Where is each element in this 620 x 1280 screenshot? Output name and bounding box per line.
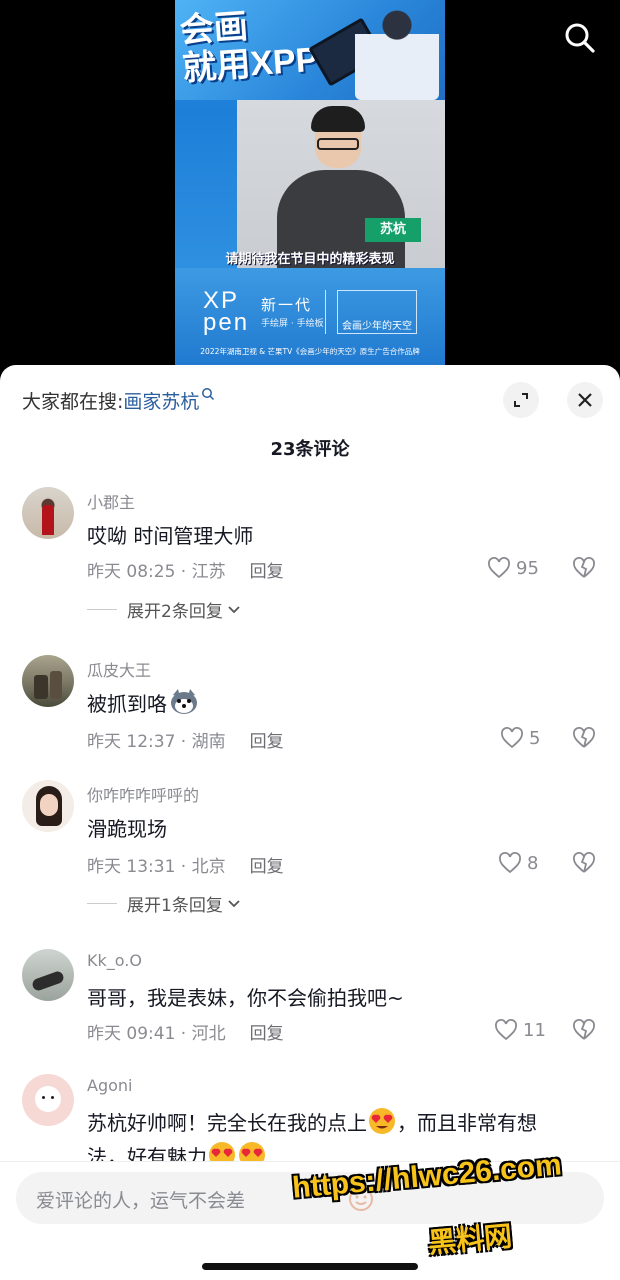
video-frame: 会画 就用XPPen 苏杭 请期待我在节目中的精彩表现 XP pen 新一代 手… bbox=[175, 0, 445, 370]
anime-character-graphic bbox=[355, 4, 439, 100]
comment-username[interactable]: Agoni bbox=[87, 1076, 132, 1095]
like-count: 95 bbox=[516, 557, 539, 579]
comment-text: 滑跪现场 bbox=[87, 817, 167, 841]
like-button[interactable]: 8 bbox=[498, 852, 538, 874]
comment-time-location: 昨天 12:37 · 湖南 bbox=[87, 732, 226, 752]
watermark-site-name: 黑料网 bbox=[426, 1219, 514, 1260]
dislike-button[interactable] bbox=[572, 727, 596, 753]
comment-time-location: 昨天 08:25 · 江苏 bbox=[87, 562, 226, 582]
brand-strip: XP pen 新一代 手绘屏 · 手绘板 会画少年的天空 2022年湖南卫视 &… bbox=[175, 268, 445, 370]
broken-heart-icon bbox=[573, 727, 595, 748]
broken-heart-icon bbox=[573, 852, 595, 873]
search-small-icon bbox=[202, 388, 215, 401]
reply-button[interactable]: 回复 bbox=[250, 732, 284, 752]
comment-username[interactable]: 你咋咋咋呼呼的 bbox=[87, 782, 199, 806]
like-button[interactable]: 11 bbox=[494, 1019, 546, 1041]
xppen-logo: XP pen bbox=[203, 287, 250, 336]
heart-eyes-emoji-icon bbox=[369, 1108, 395, 1134]
comments-sheet: 大家都在搜:画家苏杭 23条评论 小郡主 哎呦 时间管理大师 昨天 08:25 … bbox=[0, 365, 620, 1280]
reply-button[interactable]: 回复 bbox=[250, 562, 284, 582]
video-player[interactable]: 会画 就用XPPen 苏杭 请期待我在节目中的精彩表现 XP pen 新一代 手… bbox=[0, 0, 620, 372]
like-count: 8 bbox=[527, 852, 539, 874]
comment-count-title: 23条评论 bbox=[270, 439, 350, 460]
comment-meta: 昨天 12:37 · 湖南 回复 bbox=[87, 727, 284, 752]
comment-username[interactable]: 瓜皮大王 bbox=[87, 657, 151, 681]
speaker-photo bbox=[237, 100, 445, 270]
comment-text: 哎呦 时间管理大师 bbox=[87, 524, 254, 548]
search-icon[interactable] bbox=[560, 18, 600, 58]
expand-replies-label: 展开1条回复 bbox=[127, 896, 223, 916]
brand-product-line: 手绘屏 · 手绘板 bbox=[261, 319, 324, 329]
like-count: 11 bbox=[523, 1019, 546, 1041]
husky-emoji-icon bbox=[171, 689, 197, 714]
dislike-button[interactable] bbox=[572, 852, 596, 878]
expand-replies-label: 展开2条回复 bbox=[127, 602, 223, 622]
avatar[interactable] bbox=[22, 655, 74, 707]
comment-meta: 昨天 13:31 · 北京 回复 bbox=[87, 852, 284, 877]
like-button[interactable]: 5 bbox=[500, 727, 540, 749]
comment-text: 哥哥，我是表妹，你不会偷拍我吧~ bbox=[87, 986, 404, 1010]
avatar[interactable] bbox=[22, 949, 74, 1001]
like-count: 5 bbox=[529, 727, 541, 749]
brand-slogan: 新一代 bbox=[261, 296, 313, 314]
comment-username[interactable]: 小郡主 bbox=[87, 489, 135, 513]
broken-heart-icon bbox=[573, 557, 595, 578]
show-logo: 会画少年的天空 bbox=[337, 290, 417, 334]
comment-time-location: 昨天 09:41 · 河北 bbox=[87, 1024, 226, 1044]
hot-search-label: 大家都在搜: bbox=[22, 391, 124, 413]
avatar[interactable] bbox=[22, 1074, 74, 1126]
comment-input-placeholder: 爱评论的人，运气不会差 bbox=[36, 1190, 246, 1212]
comment-text: 被抓到咯 bbox=[87, 687, 199, 721]
dislike-button[interactable] bbox=[572, 557, 596, 583]
hot-search-keyword[interactable]: 画家苏杭 bbox=[123, 391, 199, 413]
heart-icon bbox=[488, 557, 510, 579]
dislike-button[interactable] bbox=[572, 1019, 596, 1045]
comment-username[interactable]: Kk_o.O bbox=[87, 951, 142, 970]
close-icon bbox=[578, 393, 592, 407]
chevron-down-icon bbox=[228, 899, 240, 907]
brand-footer: 2022年湖南卫视 & 芒果TV《会画少年的天空》原生广告合作品牌 bbox=[200, 347, 420, 356]
heart-icon bbox=[499, 852, 521, 874]
comment-text: 苏杭好帅啊！完全长在我的点上 ，而且非常有想 bbox=[87, 1106, 537, 1140]
video-subtitle: 请期待我在节目中的精彩表现 bbox=[225, 252, 395, 267]
speaker-name-tag: 苏杭 bbox=[365, 218, 421, 242]
poster-banner: 会画 就用XPPen bbox=[175, 0, 445, 100]
expand-replies-button[interactable]: 展开1条回复 bbox=[87, 891, 241, 916]
expand-icon bbox=[514, 393, 528, 407]
broken-heart-icon bbox=[573, 1019, 595, 1040]
comment-meta: 昨天 08:25 · 江苏 回复 bbox=[87, 557, 284, 582]
avatar[interactable] bbox=[22, 780, 74, 832]
reply-button[interactable]: 回复 bbox=[250, 1024, 284, 1044]
comment-time-location: 昨天 13:31 · 北京 bbox=[87, 857, 226, 877]
hot-search-bar[interactable]: 大家都在搜:画家苏杭 bbox=[22, 387, 215, 414]
like-button[interactable]: 95 bbox=[487, 557, 539, 579]
heart-icon bbox=[501, 727, 523, 749]
expand-replies-button[interactable]: 展开2条回复 bbox=[87, 597, 241, 622]
chevron-down-icon bbox=[228, 605, 240, 613]
avatar[interactable] bbox=[22, 487, 74, 539]
reply-button[interactable]: 回复 bbox=[250, 857, 284, 877]
heart-icon bbox=[495, 1019, 517, 1041]
comment-meta: 昨天 09:41 · 河北 回复 bbox=[87, 1019, 284, 1044]
home-indicator bbox=[202, 1263, 418, 1270]
close-button[interactable] bbox=[567, 382, 603, 418]
expand-sheet-button[interactable] bbox=[503, 382, 539, 418]
